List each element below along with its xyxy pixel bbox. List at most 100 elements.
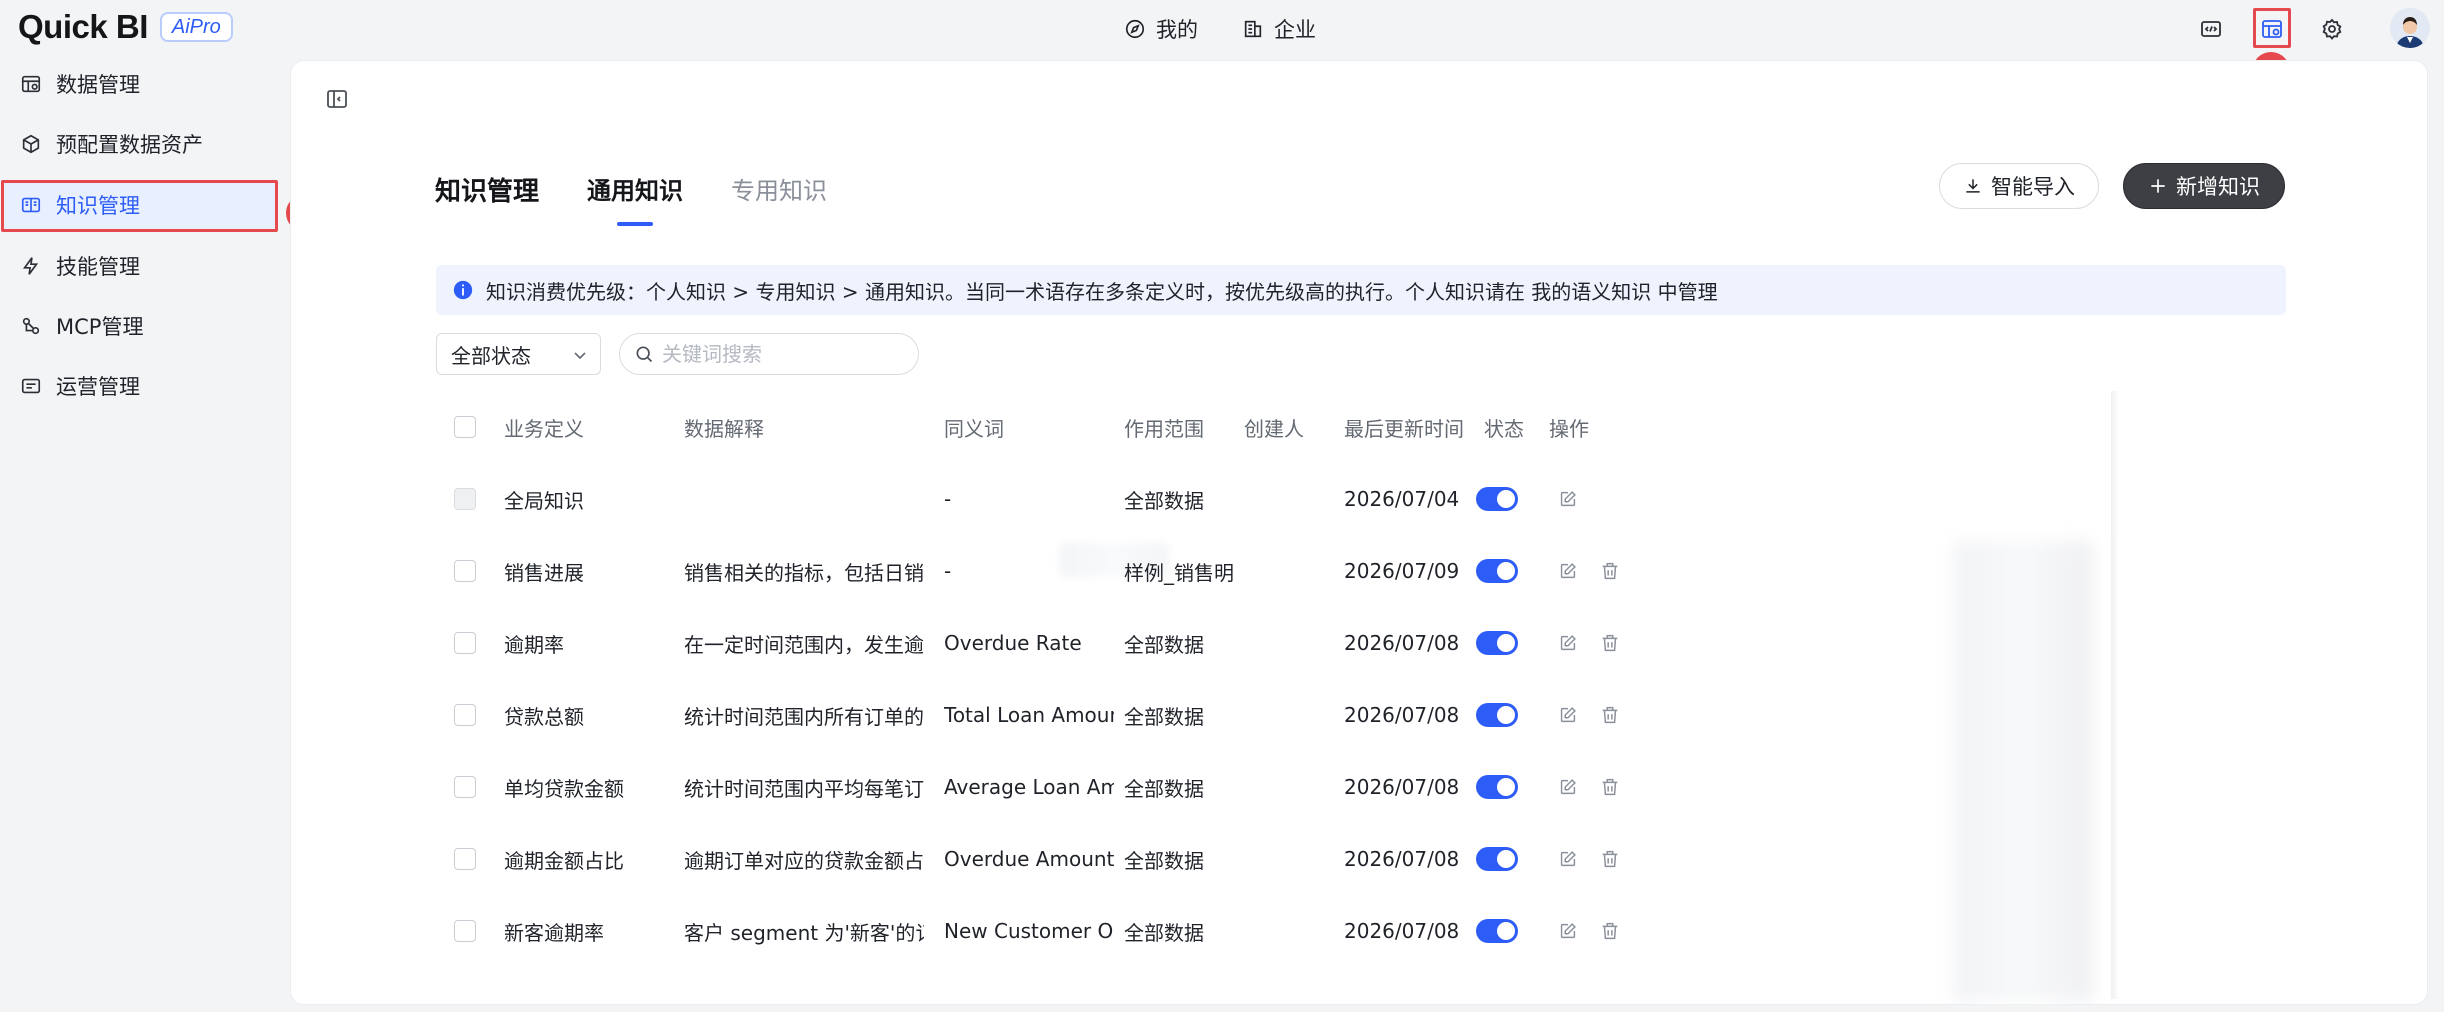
edit-button[interactable] [1557,704,1579,726]
business-definition-cell: 新客逾期率 [504,920,604,945]
sidebar-item-label: 预配置数据资产 [56,133,203,157]
delete-button[interactable] [1599,776,1621,798]
trash-icon [1602,634,1618,652]
column-header: 数据解释 [684,416,764,441]
row-checkbox[interactable] [454,560,476,582]
scope-cell: 全部数据 [1124,848,1204,873]
select-all-checkbox[interactable] [454,416,476,438]
table-row: 单均贷款金额 统计时间范围内平均每笔订单的贷款... Average Loan Am… [436,751,2286,823]
synonym-cell: Overdue Rate [944,631,1082,655]
add-knowledge-button[interactable]: 新增知识 [2123,163,2285,209]
topnav-label: 我的 [1156,18,1198,42]
column-header: 同义词 [944,416,1004,441]
smart-import-button[interactable]: 智能导入 [1939,163,2099,209]
main-panel: 知识管理 通用知识 专用知识 智能导入 新增知识 知识消费优先级：个人知识 > … [290,60,2428,1005]
updated-time-cell: 2026/07/08 [1344,847,1460,871]
row-checkbox[interactable] [454,704,476,726]
status-toggle[interactable] [1476,559,1518,583]
edit-button[interactable] [1557,488,1579,510]
updated-time-cell: 2026/07/08 [1344,919,1460,943]
creator-cell [1244,751,1334,823]
status-toggle[interactable] [1476,487,1518,511]
smart-import-label: 智能导入 [1991,175,2075,199]
synonym-cell: Overdue Amount Ratio [944,847,1114,871]
column-header: 操作 [1549,416,1589,441]
edit-icon [1560,563,1576,579]
data-explanation-cell: 统计时间范围内所有订单的贷款金额... [684,704,924,729]
row-checkbox[interactable] [454,776,476,798]
table-row: 逾期率 在一定时间范围内，发生逾期的订单... Overdue Rate 全部数据 20… [436,607,2286,679]
delete-button[interactable] [1599,920,1621,942]
page-title: 知识管理 [435,177,540,207]
table-row: 全局知识 - 全部数据 2026/07/04 [436,463,2286,535]
settings-button[interactable] [2314,11,2350,47]
tab-bar: 知识管理 通用知识 专用知识 [435,171,875,226]
topnav-item-enterprise[interactable]: 企业 [1242,14,1316,44]
creator-cell [1244,535,1334,607]
row-checkbox[interactable] [454,920,476,942]
delete-button[interactable] [1599,560,1621,582]
edit-button[interactable] [1557,632,1579,654]
column-header: 业务定义 [504,416,584,441]
synonym-cell: - [944,559,952,583]
add-knowledge-label: 新增知识 [2176,175,2260,199]
tab-dedicated-knowledge[interactable]: 专用知识 [731,171,827,220]
chevron-down-icon [574,352,586,360]
status-filter-value: 全部状态 [451,343,531,368]
sidebar-item-mcp[interactable]: MCP管理 [2,301,276,351]
status-toggle[interactable] [1476,703,1518,727]
trash-icon [1602,562,1618,580]
edit-button[interactable] [1557,560,1579,582]
keyword-search[interactable] [619,333,919,375]
business-definition-cell: 单均贷款金额 [504,776,624,801]
collapse-sidebar-icon[interactable] [325,87,349,111]
logo[interactable]: Quick BI AiPro [18,8,233,46]
topnav-item-mine[interactable]: 我的 [1124,14,1198,44]
scope-cell: 全部数据 [1124,776,1204,801]
delete-button[interactable] [1599,848,1621,870]
status-toggle[interactable] [1476,631,1518,655]
delete-button[interactable] [1599,704,1621,726]
edit-icon [1560,707,1576,723]
logo-badge: AiPro [159,12,233,42]
status-toggle[interactable] [1476,847,1518,871]
status-toggle[interactable] [1476,775,1518,799]
table-row: 新客逾期率 客户 segment 为'新客'的订单中，发... New Custom… [436,895,2286,967]
table-row: 销售进展 销售相关的指标，包括日销售额、月...- 样例_销售明... 2026/07… [436,535,2286,607]
column-header: 状态 [1484,416,1524,441]
top-bar: Quick BI AiPro 我的 企业 1 [0,0,2444,90]
business-definition-cell: 全局知识 [504,488,584,513]
table-row: 逾期金额占比 逾期订单对应的贷款金额占总贷款金... Overdue Amount … [436,823,2286,895]
creator-cell [1244,895,1334,967]
tab-general-knowledge[interactable]: 通用知识 [587,171,683,226]
creator-cell [1244,679,1334,751]
sidebar-item-skills[interactable]: 技能管理 [2,241,276,291]
search-input[interactable] [662,342,892,366]
table-header: 业务定义 数据解释 同义词 作用范围 创建人 最后更新时间 状态 操作 [436,391,2286,463]
compass-icon [1125,19,1145,39]
scope-cell: 全部数据 [1124,920,1204,945]
status-filter-select[interactable]: 全部状态 [436,333,601,375]
business-definition-cell: 销售进展 [504,560,584,585]
avatar-icon [2390,8,2430,48]
data-explanation-cell: 统计时间范围内平均每笔订单的贷款... [684,776,924,801]
sidebar-item-data[interactable]: 数据管理 [2,59,276,109]
row-checkbox[interactable] [454,632,476,654]
row-checkbox [454,488,476,510]
delete-button[interactable] [1599,632,1621,654]
edit-button[interactable] [1557,776,1579,798]
sidebar-item-preset-assets[interactable]: 预配置数据资产 [2,119,276,169]
action-column-divider [2111,391,2119,999]
edit-button[interactable] [1557,848,1579,870]
edit-icon [1560,851,1576,867]
sidebar-item-operations[interactable]: 运营管理 [2,361,276,411]
creator-cell [1244,823,1334,895]
trash-icon [1602,850,1618,868]
data-explanation-cell: 销售相关的指标，包括日销售额、月... [684,560,924,585]
code-window-button[interactable] [2193,11,2229,47]
row-checkbox[interactable] [454,848,476,870]
status-toggle[interactable] [1476,919,1518,943]
synonym-cell: Average Loan Amount [944,775,1114,799]
edit-button[interactable] [1557,920,1579,942]
avatar[interactable] [2390,8,2430,48]
